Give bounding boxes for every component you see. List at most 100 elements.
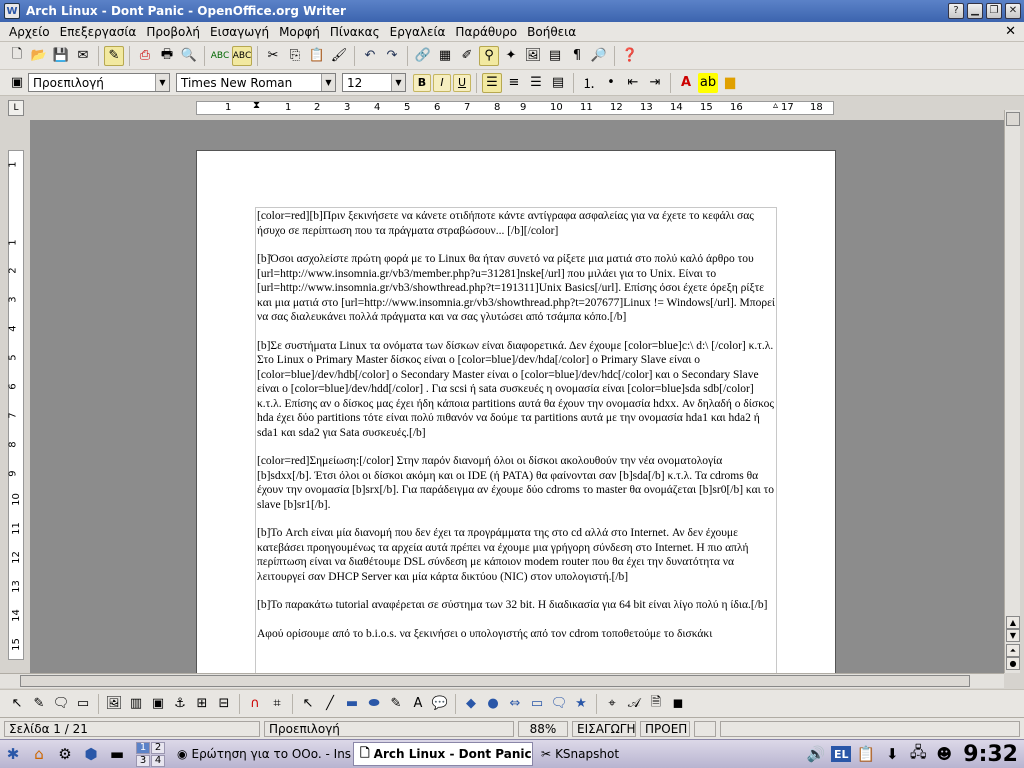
paragraph[interactable]: [b]Το Arch είναι μία διανομή που δεν έχε… bbox=[257, 526, 777, 584]
document-text[interactable]: [color=red][b]Πριν ξεκινήσετε να κάνετε … bbox=[257, 209, 777, 655]
hyperlink-icon[interactable]: 🔗 bbox=[413, 46, 433, 66]
close-button[interactable]: ✕ bbox=[1005, 3, 1021, 19]
maximize-button[interactable]: ❐ bbox=[986, 3, 1002, 19]
align-left-icon[interactable]: ☰ bbox=[482, 72, 502, 93]
export-pdf-icon[interactable]: ⎙ bbox=[135, 46, 155, 66]
selection-mode[interactable]: ΠΡΟΕΠ bbox=[640, 720, 690, 737]
menu-insert[interactable]: Εισαγωγή bbox=[205, 25, 274, 39]
paragraph[interactable]: [color=red][b]Πριν ξεκινήσετε να κάνετε … bbox=[257, 209, 777, 238]
prev-page-icon[interactable]: ⏶ bbox=[1006, 644, 1020, 657]
nonprinting-chars-icon[interactable]: ¶ bbox=[567, 46, 587, 66]
nav-object-icon[interactable]: ● bbox=[1006, 657, 1020, 670]
vertical-ruler[interactable]: 1 1 2 3 4 5 6 7 8 9 10 11 12 13 14 15 bbox=[8, 150, 24, 660]
chart-icon[interactable]: ▥ bbox=[126, 694, 146, 714]
scroll-up-icon[interactable]: ▲ bbox=[1006, 616, 1020, 629]
callout-icon[interactable]: 💬 bbox=[430, 694, 450, 714]
data-sources-icon[interactable]: ▤ bbox=[545, 46, 565, 66]
ellipse-icon[interactable]: ⬬ bbox=[364, 694, 384, 714]
document-area[interactable]: [color=red][b]Πριν ξεκινήσετε να κάνετε … bbox=[30, 120, 1004, 673]
chevron-down-icon[interactable]: ▼ bbox=[155, 74, 169, 91]
text-icon[interactable]: A bbox=[408, 694, 428, 714]
chevron-down-icon[interactable]: ▼ bbox=[321, 74, 335, 91]
desktop-4[interactable]: 4 bbox=[151, 754, 165, 767]
styles-formatting-icon[interactable]: ▣ bbox=[7, 73, 27, 93]
minimize-button[interactable]: ▁ bbox=[967, 3, 983, 19]
save-icon[interactable]: 💾 bbox=[51, 46, 71, 66]
terminal-icon[interactable]: ▬ bbox=[106, 743, 128, 765]
menu-window[interactable]: Παράθυρο bbox=[450, 25, 522, 39]
document-page[interactable]: [color=red][b]Πριν ξεκινήσετε να κάνετε … bbox=[196, 150, 836, 673]
menu-help[interactable]: Βοήθεια bbox=[522, 25, 581, 39]
paste-icon[interactable]: 📋 bbox=[307, 46, 327, 66]
align-center-icon[interactable]: ≡ bbox=[504, 73, 524, 93]
tab-type-icon[interactable]: L bbox=[8, 100, 24, 116]
new-document-icon[interactable]: 🗋 bbox=[7, 46, 27, 66]
wrap-icon[interactable]: ⊞ bbox=[192, 694, 212, 714]
menu-file[interactable]: Αρχείο bbox=[4, 25, 55, 39]
browser-icon[interactable]: ⬢ bbox=[80, 743, 102, 765]
help-icon[interactable]: ❓ bbox=[620, 46, 640, 66]
highlight-icon[interactable]: ab bbox=[698, 72, 718, 93]
cut-icon[interactable]: ✂ bbox=[263, 46, 283, 66]
line-icon[interactable]: ╱ bbox=[320, 694, 340, 714]
bullets-icon[interactable]: • bbox=[601, 73, 621, 93]
freeform-icon[interactable]: ✎ bbox=[386, 694, 406, 714]
open-icon[interactable]: 📂 bbox=[29, 46, 49, 66]
block-arrows-icon[interactable]: ⇔ bbox=[505, 694, 525, 714]
mail-icon[interactable]: ✉ bbox=[73, 46, 93, 66]
fontwork-icon[interactable]: ✎ bbox=[29, 694, 49, 714]
crop-icon[interactable]: ⌗ bbox=[267, 694, 287, 714]
justify-icon[interactable]: ▤ bbox=[548, 73, 568, 93]
desktop-3[interactable]: 3 bbox=[136, 754, 150, 767]
undo-icon[interactable]: ↶ bbox=[360, 46, 380, 66]
from-file-icon[interactable]: 🗎 bbox=[646, 694, 666, 714]
anchor-icon[interactable]: ⚓ bbox=[170, 694, 190, 714]
ruler-indent-marker[interactable]: ▵ bbox=[773, 100, 778, 111]
desktop-2[interactable]: 2 bbox=[151, 741, 165, 754]
desktop-pager[interactable]: 1 2 3 4 bbox=[136, 741, 165, 767]
task-writer[interactable]: 🗋 Arch Linux - Dont Panic - OpenOffice.o… bbox=[353, 742, 533, 766]
frame-icon[interactable]: ▣ bbox=[148, 694, 168, 714]
background-color-icon[interactable]: ▆ bbox=[720, 73, 740, 93]
rectangle-icon[interactable]: ▬ bbox=[342, 694, 362, 714]
numbering-icon[interactable]: ⒈ bbox=[579, 73, 599, 93]
font-name-select[interactable]: Times New Roman ▼ bbox=[176, 73, 336, 92]
align-right-icon[interactable]: ☰ bbox=[526, 73, 546, 93]
kde-menu-icon[interactable]: ✱ bbox=[2, 743, 24, 765]
vertical-scrollbar[interactable]: ▲ ▼ ⏶ ● bbox=[1004, 110, 1020, 673]
basic-shapes-icon[interactable]: ◆ bbox=[461, 694, 481, 714]
horizontal-ruler[interactable]: 1 ⧗ 1 2 3 4 5 6 7 8 9 10 11 12 13 14 15 … bbox=[196, 100, 834, 115]
select-icon[interactable]: ↖ bbox=[7, 694, 27, 714]
font-color-icon[interactable]: A bbox=[676, 73, 696, 93]
points-icon[interactable]: ⌖ bbox=[602, 694, 622, 714]
tray-app-icon[interactable]: ☻ bbox=[933, 743, 955, 765]
chevron-down-icon[interactable]: ▼ bbox=[391, 74, 405, 91]
font-size-select[interactable]: 12 ▼ bbox=[342, 73, 406, 92]
table-icon[interactable]: ▦ bbox=[435, 46, 455, 66]
print-preview-icon[interactable]: 🔍 bbox=[179, 46, 199, 66]
menu-view[interactable]: Προβολή bbox=[141, 25, 205, 39]
paragraph-style-select[interactable]: Προεπιλογή ▼ bbox=[28, 73, 170, 92]
flowchart-icon[interactable]: ▭ bbox=[527, 694, 547, 714]
scroll-down-icon[interactable]: ▼ bbox=[1006, 629, 1020, 642]
form-icon[interactable]: ▭ bbox=[73, 694, 93, 714]
app-icon[interactable]: W bbox=[4, 3, 20, 19]
gallery-icon[interactable]: 🖼 bbox=[523, 46, 543, 66]
edit-mode-icon[interactable]: ✎ bbox=[104, 45, 124, 66]
copy-icon[interactable]: ⎘ bbox=[285, 46, 305, 66]
underline-button[interactable]: U bbox=[453, 73, 471, 92]
fontwork-gallery-icon[interactable]: 𝒜 bbox=[624, 694, 644, 714]
task-browser[interactable]: ◉ Ερώτηση για το OOo. - Insomnia bbox=[171, 742, 351, 766]
help-window-button[interactable]: ? bbox=[948, 3, 964, 19]
task-ksnapshot[interactable]: ✂ KSnapshot bbox=[535, 742, 625, 766]
scroll-thumb[interactable] bbox=[1006, 112, 1020, 126]
format-paintbrush-icon[interactable]: 🖌 bbox=[329, 46, 349, 66]
paragraph[interactable]: Αφού ορίσουμε από το b.i.o.s. να ξεκινήσ… bbox=[257, 627, 777, 642]
comment-icon[interactable]: 🗨 bbox=[51, 694, 71, 714]
menu-format[interactable]: Μορφή bbox=[274, 25, 325, 39]
decrease-indent-icon[interactable]: ⇤ bbox=[623, 73, 643, 93]
find-replace-icon[interactable]: ⚲ bbox=[479, 45, 499, 66]
redo-icon[interactable]: ↷ bbox=[382, 46, 402, 66]
navigator-icon[interactable]: ✦ bbox=[501, 46, 521, 66]
pointer-icon[interactable]: ↖ bbox=[298, 694, 318, 714]
